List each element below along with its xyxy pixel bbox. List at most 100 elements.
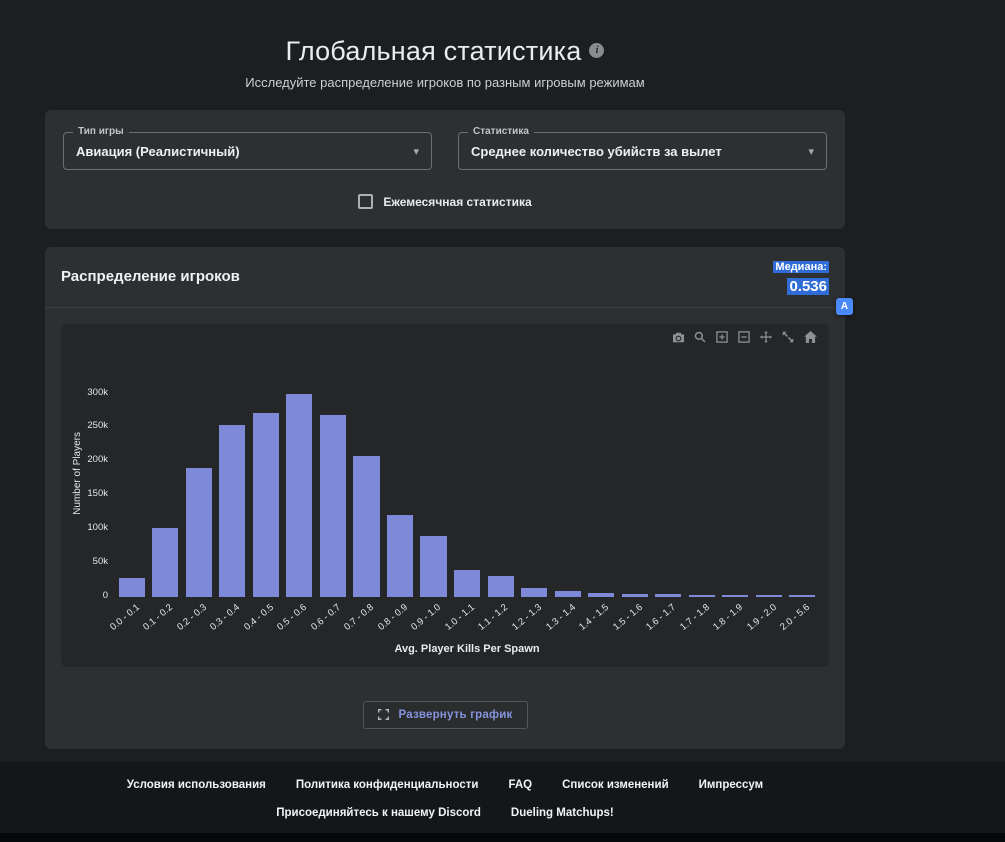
autoscale-icon[interactable] bbox=[781, 331, 795, 344]
bar-slot bbox=[584, 350, 618, 597]
expand-chart-button[interactable]: Развернуть график bbox=[362, 700, 528, 729]
bar-slot bbox=[752, 350, 786, 597]
zoom-in-icon[interactable] bbox=[715, 331, 729, 344]
y-tick-label: 100k bbox=[87, 521, 108, 533]
chart-modebar bbox=[671, 331, 817, 344]
chart-card: Распределение игроков Медиана: 0.536 A N… bbox=[45, 247, 853, 749]
bars-region bbox=[115, 350, 819, 597]
expand-icon bbox=[377, 709, 389, 721]
x-tick: 0.1 - 0.2 bbox=[141, 597, 183, 643]
zoom-out-icon[interactable] bbox=[737, 331, 751, 344]
x-tick: 1.4 - 1.5 bbox=[577, 597, 618, 643]
bar-slot bbox=[182, 350, 216, 597]
bar-slot bbox=[517, 350, 551, 597]
statistic-select[interactable]: Статистика Среднее количество убийств за… bbox=[458, 126, 827, 170]
bar-slot bbox=[652, 350, 686, 597]
x-tick: 2.0 - 5.6 bbox=[778, 597, 820, 643]
monthly-stats-checkbox[interactable] bbox=[358, 194, 374, 209]
footer-links-row-1: Условия использования Политика конфиденц… bbox=[45, 779, 845, 791]
bar-slot bbox=[316, 350, 350, 597]
x-axis-title: Avg. Player Kills Per Spawn bbox=[394, 642, 540, 655]
y-tick-label: 50k bbox=[92, 555, 108, 567]
median-label: Медиана: bbox=[773, 261, 829, 273]
game-type-value: Авиация (Реалистичный) bbox=[76, 143, 240, 159]
bar-slot bbox=[383, 350, 417, 597]
bar bbox=[454, 570, 481, 597]
chart-card-header: Распределение игроков Медиана: 0.536 bbox=[45, 247, 845, 308]
info-icon[interactable]: i bbox=[589, 43, 605, 58]
x-tick: 0.2 - 0.3 bbox=[175, 597, 216, 643]
x-tick: 0.9 - 1.0 bbox=[410, 597, 451, 643]
bar bbox=[319, 415, 347, 597]
y-axis: Number of Players 0 50k 100k 150k 200k 250k 30… bbox=[69, 350, 115, 601]
x-tick: 0.5 - 0.6 bbox=[275, 597, 317, 643]
game-type-select[interactable]: Тип игры Авиация (Реалистичный) ▾ bbox=[63, 126, 432, 170]
bar bbox=[353, 455, 380, 597]
chevron-down-icon: ▾ bbox=[808, 145, 814, 158]
y-axis-title: Number of Players bbox=[72, 431, 83, 515]
x-tick: 1.2 - 1.3 bbox=[510, 597, 551, 643]
x-tick: 1.0 - 1.1 bbox=[443, 597, 484, 643]
page-subtitle: Исследуйте распределение игроков по разн… bbox=[245, 75, 645, 90]
median-block: Медиана: 0.536 bbox=[773, 256, 829, 298]
translate-icon[interactable]: A bbox=[836, 298, 853, 315]
bar bbox=[185, 468, 212, 597]
x-tick: 1.9 - 2.0 bbox=[745, 597, 786, 643]
footer-link-changelog[interactable]: Список изменений bbox=[562, 779, 669, 791]
chart-card-title: Распределение игроков bbox=[61, 268, 240, 286]
y-tick-label: 0 bbox=[102, 589, 108, 601]
x-tick-label: 0.0 - 0.1 bbox=[107, 601, 142, 633]
content-container: Глобальная статистика i Исследуйте распре… bbox=[45, 0, 853, 749]
bar-slot bbox=[216, 350, 250, 597]
bar bbox=[386, 514, 414, 597]
bar bbox=[152, 528, 179, 597]
page-header: Глобальная статистика i Исследуйте распре… bbox=[45, 0, 845, 90]
x-tick: 0.6 - 0.7 bbox=[309, 597, 350, 643]
bar bbox=[252, 413, 279, 597]
x-tick: 1.7 - 1.8 bbox=[678, 597, 719, 643]
zoom-icon[interactable] bbox=[693, 331, 707, 344]
pan-icon[interactable] bbox=[759, 331, 773, 344]
footer-link-faq[interactable]: FAQ bbox=[508, 779, 532, 791]
bar-slot bbox=[786, 350, 820, 597]
bar-slot bbox=[417, 350, 451, 597]
bar-slot bbox=[719, 350, 753, 597]
median-value: 0.536 bbox=[787, 277, 829, 295]
x-tick: 0.8 - 0.9 bbox=[376, 597, 417, 643]
x-tick: 0.7 - 0.8 bbox=[342, 597, 384, 643]
x-tick: 1.5 - 1.6 bbox=[611, 597, 652, 643]
footer-bottom-strip bbox=[0, 832, 1005, 842]
bar-slot bbox=[450, 350, 484, 597]
expand-button-label: Развернуть график bbox=[398, 708, 513, 721]
statistic-value: Среднее количество убийств за вылет bbox=[471, 143, 722, 159]
bar bbox=[286, 393, 313, 597]
bar bbox=[219, 425, 246, 597]
chart-plot: Number of Players 0 50k 100k 150k 200k 250k 30… bbox=[61, 323, 829, 667]
y-tick-label: 300k bbox=[87, 386, 108, 398]
bar bbox=[118, 578, 145, 597]
bar-slot bbox=[115, 350, 149, 597]
camera-icon[interactable] bbox=[671, 331, 685, 344]
chevron-down-icon: ▾ bbox=[413, 145, 419, 158]
bar bbox=[521, 588, 548, 597]
page-title: Глобальная статистика bbox=[285, 36, 582, 66]
x-tick: 0.3 - 0.4 bbox=[208, 597, 250, 643]
monthly-stats-row: Ежемесячная статистика bbox=[63, 194, 827, 209]
footer-link-terms[interactable]: Условия использования bbox=[127, 779, 266, 791]
y-tick-label: 200k bbox=[87, 454, 108, 466]
y-tick-label: 150k bbox=[87, 488, 108, 500]
y-tick-label: 250k bbox=[87, 420, 108, 432]
plot-area: 0.0 - 0.1 0.1 - 0.2 0.2 - 0.3 0.3 - 0.4 0.4 … bbox=[108, 350, 820, 643]
statistic-label: Статистика bbox=[468, 126, 534, 137]
bar-slot bbox=[618, 350, 652, 597]
bar-slot bbox=[350, 350, 384, 597]
bar-slot bbox=[685, 350, 719, 597]
bar-slot bbox=[551, 350, 585, 597]
footer-link-privacy[interactable]: Политика конфиденциальности bbox=[296, 779, 479, 791]
footer-link-impressum[interactable]: Импрессум bbox=[699, 779, 764, 791]
bar bbox=[487, 575, 514, 597]
x-tick: 0.4 - 0.5 bbox=[242, 597, 283, 643]
home-icon[interactable] bbox=[803, 331, 817, 344]
x-axis-labels: 0.0 - 0.1 0.1 - 0.2 0.2 - 0.3 0.3 - 0.4 0.4 … bbox=[108, 597, 820, 643]
game-type-label: Тип игры bbox=[73, 126, 129, 137]
